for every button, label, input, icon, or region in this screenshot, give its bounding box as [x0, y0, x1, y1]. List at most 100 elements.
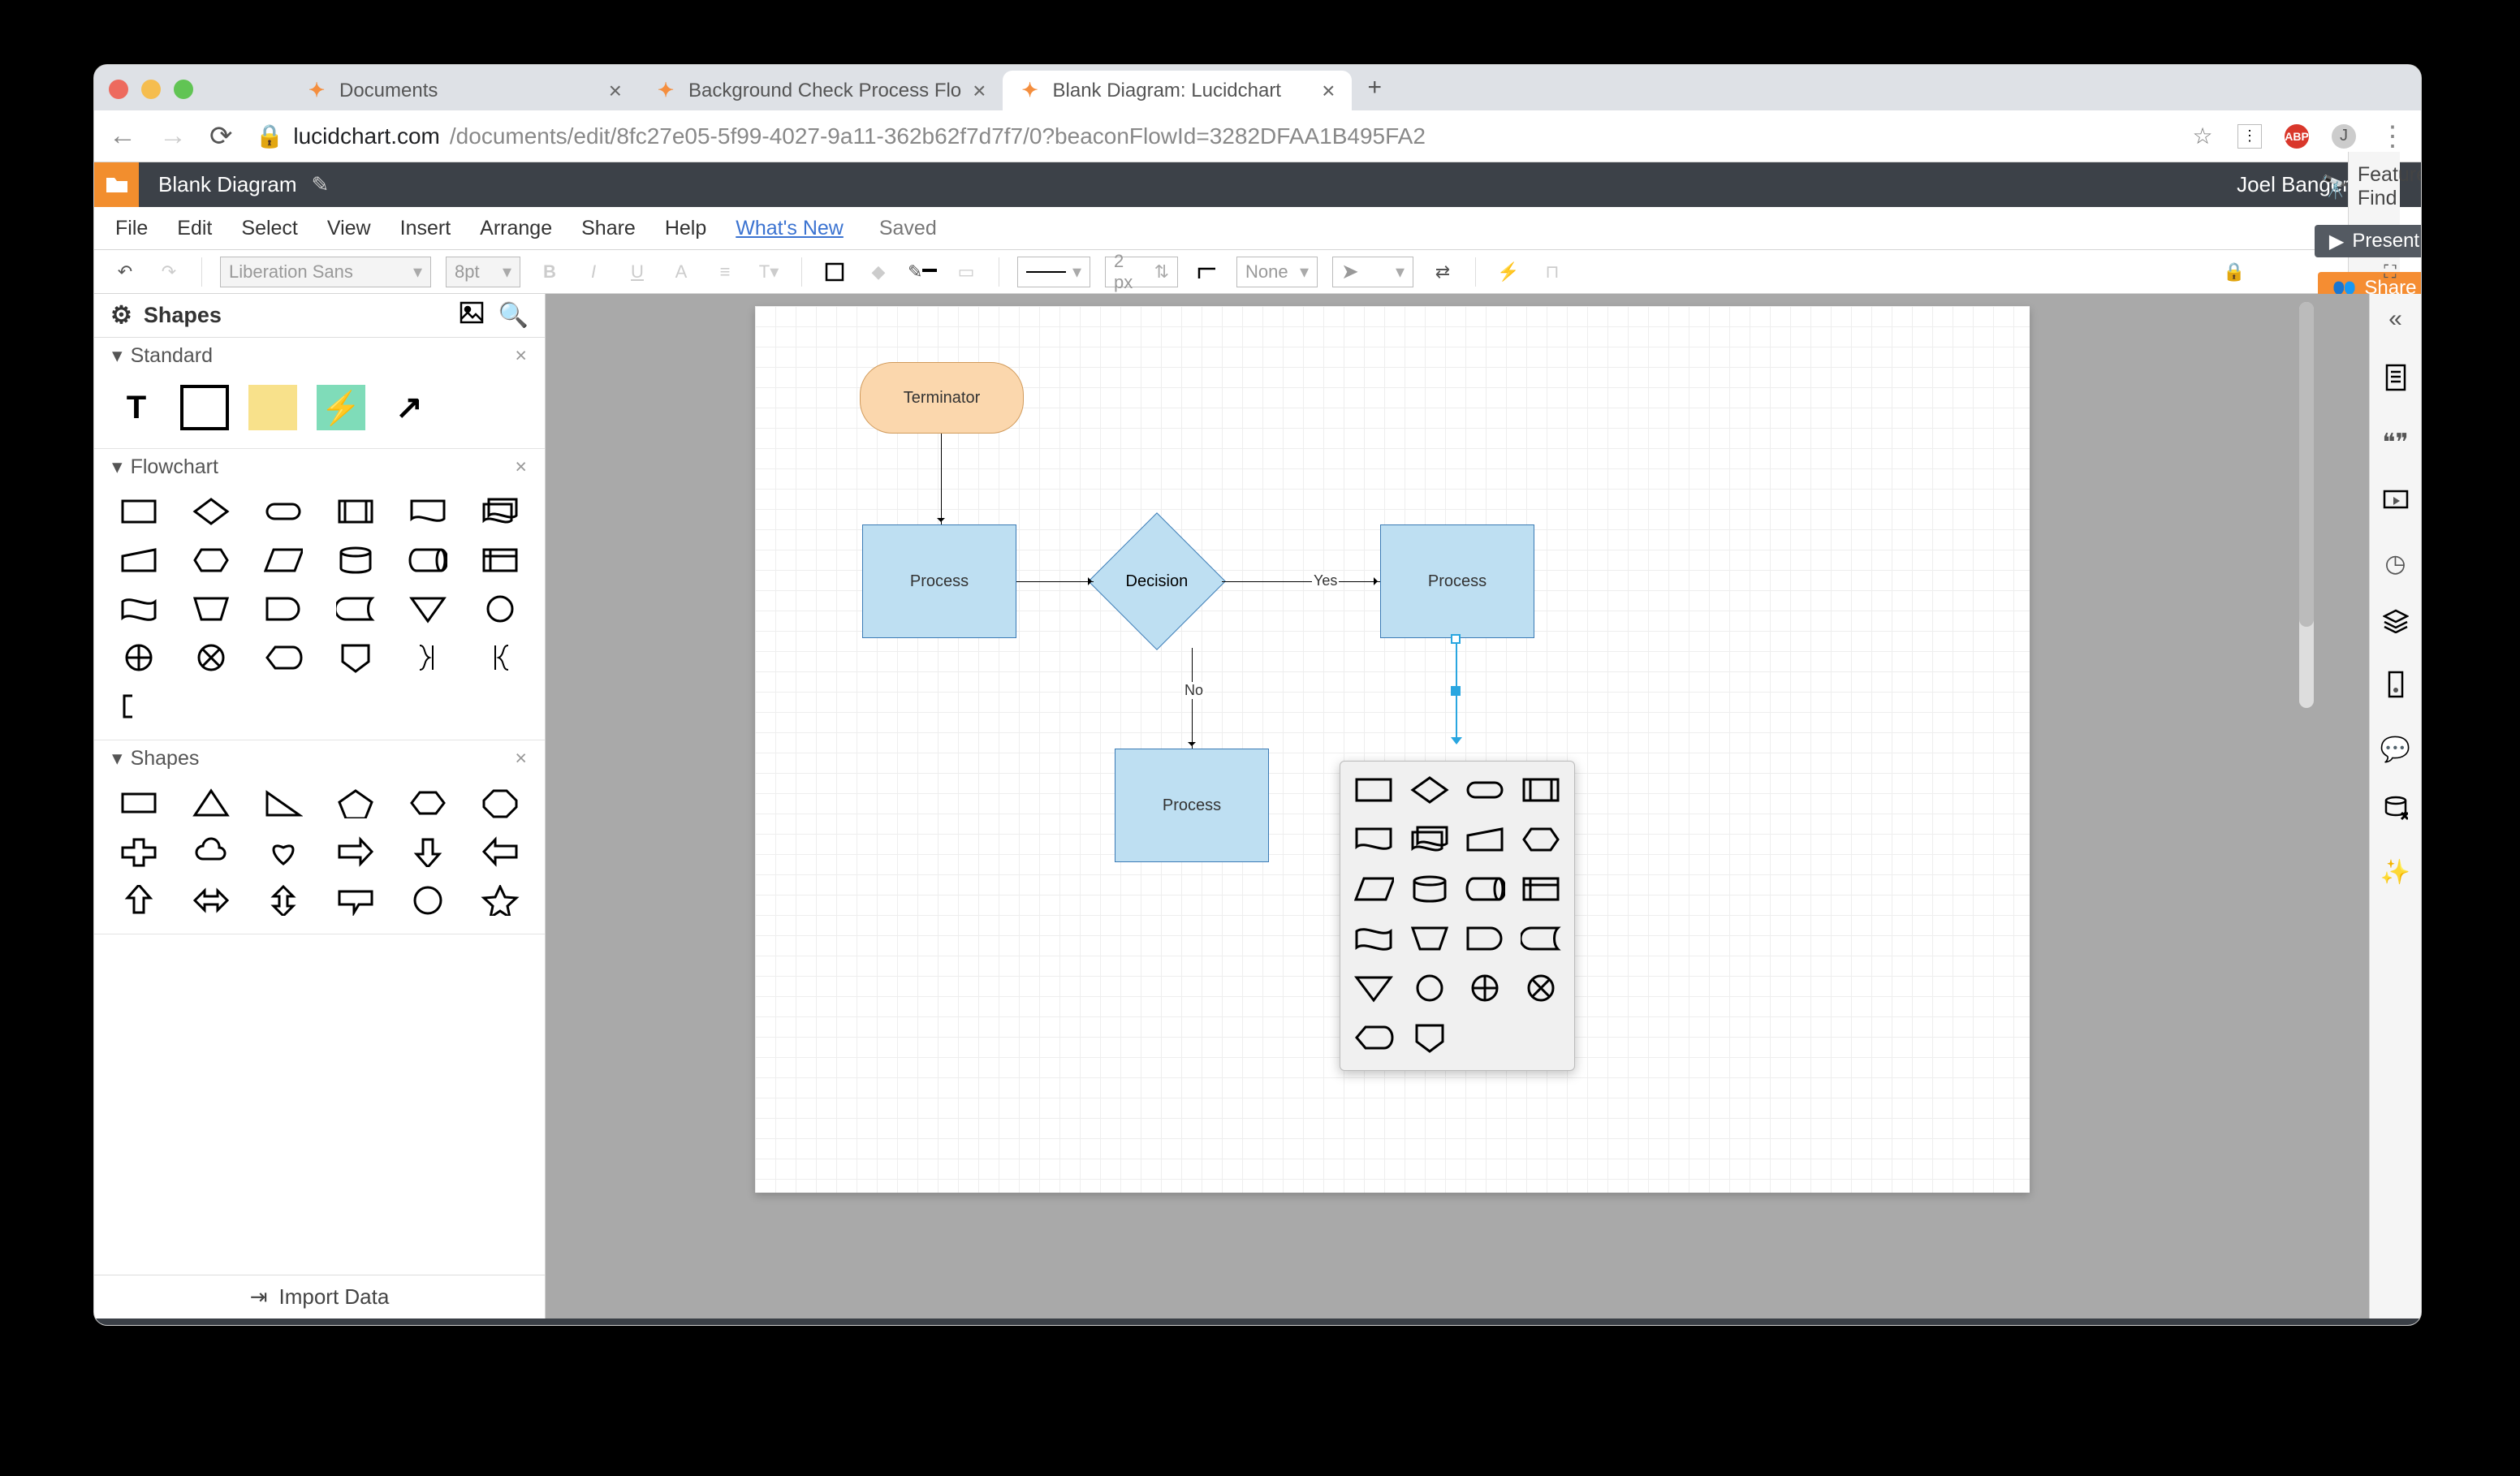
selection-handle[interactable]	[1451, 634, 1461, 644]
master-pages-icon[interactable]	[2384, 671, 2407, 705]
data-shape[interactable]	[257, 545, 311, 576]
preparation-shape[interactable]	[184, 545, 239, 576]
merge-shape[interactable]	[400, 593, 455, 624]
star-shape[interactable]	[472, 885, 527, 916]
process-node-2[interactable]: Process	[1380, 524, 1534, 638]
doc-title[interactable]: Blank Diagram	[158, 172, 297, 197]
internalstorage-shape[interactable]	[472, 545, 527, 576]
connector-label-no[interactable]: No	[1183, 682, 1205, 699]
edit-title-icon[interactable]: ✎	[312, 172, 330, 197]
storeddata-shape[interactable]	[329, 593, 383, 624]
suggest-process[interactable]	[1353, 775, 1395, 809]
display-shape[interactable]	[257, 642, 311, 673]
circle-shape[interactable]	[400, 885, 455, 916]
text-color-button[interactable]: A	[667, 257, 696, 287]
suggest-predefined[interactable]	[1521, 775, 1562, 809]
browser-tab-0[interactable]: ✦ Documents ×	[289, 71, 638, 110]
maximize-window[interactable]	[174, 80, 193, 99]
import-data-button[interactable]: ⇥ Import Data	[94, 1275, 545, 1318]
collapse-dock-icon[interactable]: «	[2388, 305, 2402, 333]
menu-edit[interactable]: Edit	[177, 217, 212, 240]
line-color-button[interactable]: ✎	[908, 257, 937, 287]
suggest-papertape[interactable]	[1353, 923, 1395, 958]
shape-fill-button[interactable]	[820, 257, 849, 287]
close-tab-icon[interactable]: ×	[973, 78, 986, 104]
minimize-window[interactable]	[141, 80, 161, 99]
arrow-shape[interactable]: ↗	[385, 385, 434, 430]
history-icon[interactable]: ◷	[2384, 550, 2406, 578]
database-shape[interactable]	[329, 545, 383, 576]
actions-icon[interactable]: ⚡	[1494, 257, 1523, 287]
diagram-page[interactable]: Terminator Process Decision Process Proc…	[755, 306, 2030, 1193]
section-shapes[interactable]: ▾ Shapes×	[94, 740, 545, 776]
fullscreen-icon[interactable]: ⛶	[2375, 257, 2405, 287]
menu-select[interactable]: Select	[241, 217, 297, 240]
align-button[interactable]: ≡	[710, 257, 740, 287]
connector[interactable]	[1222, 581, 1380, 582]
suggest-manualinput[interactable]	[1465, 824, 1506, 859]
down-arrow-shape[interactable]	[400, 836, 455, 867]
suggest-data[interactable]	[1353, 874, 1395, 908]
comments-quote-icon[interactable]: ❝❞	[2382, 429, 2408, 457]
suggest-preparation[interactable]	[1521, 824, 1562, 859]
octagon-shape[interactable]	[472, 788, 527, 818]
connector[interactable]	[941, 434, 942, 524]
updown-arrow-shape[interactable]	[257, 885, 311, 916]
suggest-merge[interactable]	[1353, 973, 1395, 1008]
home-folder-button[interactable]	[94, 162, 139, 207]
offpage-shape[interactable]	[329, 642, 383, 673]
new-tab-button[interactable]: +	[1352, 74, 1399, 101]
browser-tab-1[interactable]: ✦ Background Check Process Flo ×	[638, 71, 1003, 110]
abp-icon[interactable]: ABP	[2285, 124, 2309, 149]
menu-file[interactable]: File	[115, 217, 148, 240]
terminator-shape[interactable]	[257, 496, 311, 527]
suggest-connector[interactable]	[1409, 973, 1451, 1008]
close-icon[interactable]: ×	[515, 344, 527, 368]
close-icon[interactable]: ×	[515, 455, 527, 479]
line-style[interactable]: ▾	[1017, 257, 1090, 287]
manual-op-shape[interactable]	[184, 593, 239, 624]
browser-tab-2[interactable]: ✦ Blank Diagram: Lucidchart ×	[1003, 71, 1352, 110]
text-shape[interactable]: T	[112, 385, 161, 430]
close-tab-icon[interactable]: ×	[609, 78, 622, 104]
or-shape[interactable]	[112, 642, 166, 673]
left-arrow-shape[interactable]	[472, 836, 527, 867]
terminator-node[interactable]: Terminator	[860, 362, 1024, 434]
directdata-shape[interactable]	[400, 545, 455, 576]
avatar[interactable]: J	[2332, 124, 2356, 149]
suggest-database[interactable]	[1409, 874, 1451, 908]
connector-shape[interactable]	[472, 593, 527, 624]
predefined-shape[interactable]	[329, 496, 383, 527]
summing-shape[interactable]	[184, 642, 239, 673]
reload-button[interactable]: ⟳	[209, 120, 233, 153]
address-bar[interactable]: 🔒 lucidchart.com/documents/edit/8fc27e05…	[256, 123, 2168, 149]
fill-bucket-icon[interactable]: ◆	[864, 257, 893, 287]
process-shape[interactable]	[112, 496, 166, 527]
font-size[interactable]: 8pt▾	[446, 257, 520, 287]
suggest-decision[interactable]	[1409, 775, 1451, 809]
document-shape[interactable]	[400, 496, 455, 527]
suggest-directdata[interactable]	[1465, 874, 1506, 908]
suggest-internalstorage[interactable]	[1521, 874, 1562, 908]
cloud-shape[interactable]	[184, 836, 239, 867]
decision-node[interactable]: Decision	[1088, 512, 1226, 650]
menu-share[interactable]: Share	[581, 217, 636, 240]
suggest-multidoc[interactable]	[1409, 824, 1451, 859]
menu-insert[interactable]: Insert	[400, 217, 451, 240]
suggest-manualop[interactable]	[1409, 923, 1451, 958]
block-shape[interactable]	[180, 385, 229, 430]
suggest-delay[interactable]	[1465, 923, 1506, 958]
close-tab-icon[interactable]: ×	[1322, 78, 1335, 104]
menu-help[interactable]: Help	[665, 217, 706, 240]
menu-icon[interactable]: ⋮	[2379, 120, 2406, 153]
selection-handle[interactable]	[1451, 686, 1461, 696]
canvas-area[interactable]: Terminator Process Decision Process Proc…	[546, 294, 2369, 1318]
suggest-storeddata[interactable]	[1521, 923, 1562, 958]
line-type-button[interactable]	[1193, 257, 1222, 287]
note-shape[interactable]	[112, 691, 166, 722]
menu-view[interactable]: View	[327, 217, 371, 240]
close-icon[interactable]: ×	[515, 747, 527, 770]
right-arrow-shape[interactable]	[329, 836, 383, 867]
up-arrow-shape[interactable]	[112, 885, 166, 916]
text-options-button[interactable]: T▾	[754, 257, 783, 287]
